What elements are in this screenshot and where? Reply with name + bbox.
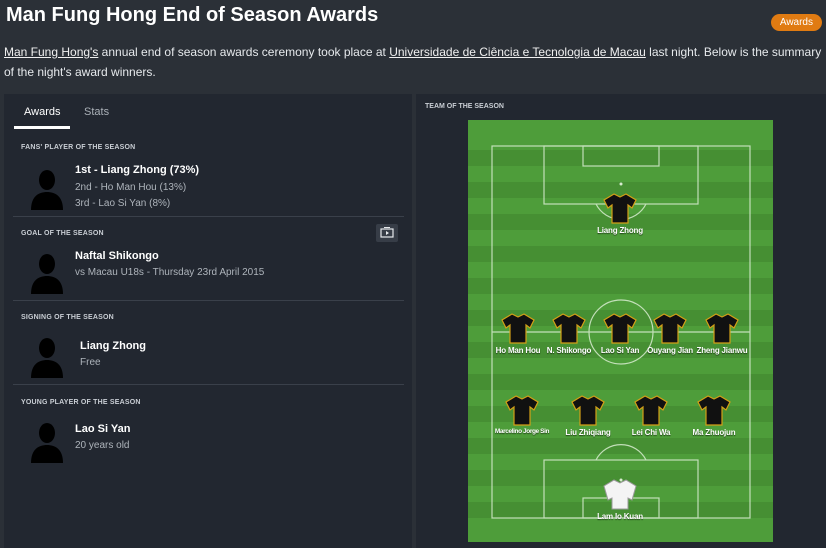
video-icon [380,227,394,238]
section-heading: YOUNG PLAYER OF THE SEASON [21,399,141,406]
player-silhouette-icon [31,254,63,294]
young-player-name[interactable]: Lao Si Yan [75,423,130,435]
awards-panel: Awards Stats FANS' PLAYER OF THE SEASON … [4,94,412,548]
section-heading: GOAL OF THE SEASON [21,230,104,237]
goal-player-name[interactable]: Naftal Shikongo [75,250,159,262]
page-title: Man Fung Hong End of Season Awards [6,4,379,26]
fans-second-place[interactable]: 2nd - Ho Man Hou (13%) [75,182,186,193]
signing-fee: Free [80,357,101,368]
fans-first-place[interactable]: 1st - Liang Zhong (73%) [75,164,199,176]
black-shirt-icon [653,313,687,344]
black-shirt-icon [552,313,586,344]
signing-section: SIGNING OF THE SEASON Liang Zhong Free [13,314,404,385]
player-goalkeeper[interactable]: Lam Io Kuan [590,478,650,521]
venue-link[interactable]: Universidade de Ciência e Tecnologia de … [389,45,646,59]
player-defence-4[interactable]: Ma Zhuojun [684,394,744,437]
player-defence-1[interactable]: Marcelino Jorge Sin [492,394,552,435]
player-defence-3[interactable]: Lei Chi Wa [621,394,681,437]
player-striker[interactable]: Liang Zhong [590,192,650,235]
player-name: Ma Zhuojun [692,428,736,437]
player-silhouette-icon [31,170,63,210]
player-name: Zheng Jianwu [696,346,748,355]
fans-third-place[interactable]: 3rd - Lao Si Yan (8%) [75,198,170,209]
watch-video-button[interactable] [376,224,398,242]
tab-stats[interactable]: Stats [84,106,109,118]
black-shirt-icon [705,313,739,344]
tab-bar: Awards Stats [14,94,404,130]
black-shirt-icon [634,395,668,426]
player-midfield-5[interactable]: Zheng Jianwu [692,312,752,355]
tab-awards[interactable]: Awards [24,106,60,118]
goal-match-detail[interactable]: vs Macau U18s - Thursday 23rd April 2015 [75,267,264,278]
player-silhouette-icon [31,423,63,463]
black-shirt-icon [603,313,637,344]
player-defence-2[interactable]: Liu Zhiqiang [558,394,618,437]
fans-player-section: FANS' PLAYER OF THE SEASON 1st - Liang Z… [13,144,404,217]
intro-part-1: annual end of season awards ceremony too… [98,45,390,59]
player-name: Lam Io Kuan [597,512,643,521]
black-shirt-icon [697,395,731,426]
black-shirt-icon [501,313,535,344]
section-heading: FANS' PLAYER OF THE SEASON [21,144,136,151]
player-name: Liu Zhiqiang [565,428,611,437]
section-heading: SIGNING OF THE SEASON [21,314,114,321]
black-shirt-icon [603,193,637,224]
intro-text: Man Fung Hong's annual end of season awa… [4,42,822,82]
black-shirt-icon [505,395,539,426]
awards-badge[interactable]: Awards [770,14,822,31]
young-player-section: YOUNG PLAYER OF THE SEASON Lao Si Yan 20… [13,399,404,469]
player-silhouette-icon [31,338,63,378]
team-of-season-panel: TEAM OF THE SEASON Liang Zhong Ho Man Ho… [416,94,826,548]
section-heading: TEAM OF THE SEASON [425,103,504,110]
goal-section: GOAL OF THE SEASON Naftal Shikongo vs Ma… [13,224,404,301]
active-tab-indicator [14,126,70,129]
player-midfield-4[interactable]: Ouyang Jian [640,312,700,355]
club-link[interactable]: Man Fung Hong's [4,45,98,59]
player-name: Ouyang Jian [647,346,693,355]
white-shirt-icon [603,479,637,510]
black-shirt-icon [571,395,605,426]
player-name: Marcelino Jorge Sin [494,428,550,435]
player-name: Lei Chi Wa [631,428,671,437]
player-name: Liang Zhong [597,226,643,235]
young-player-age: 20 years old [75,440,130,451]
signing-player-name[interactable]: Liang Zhong [80,340,146,352]
